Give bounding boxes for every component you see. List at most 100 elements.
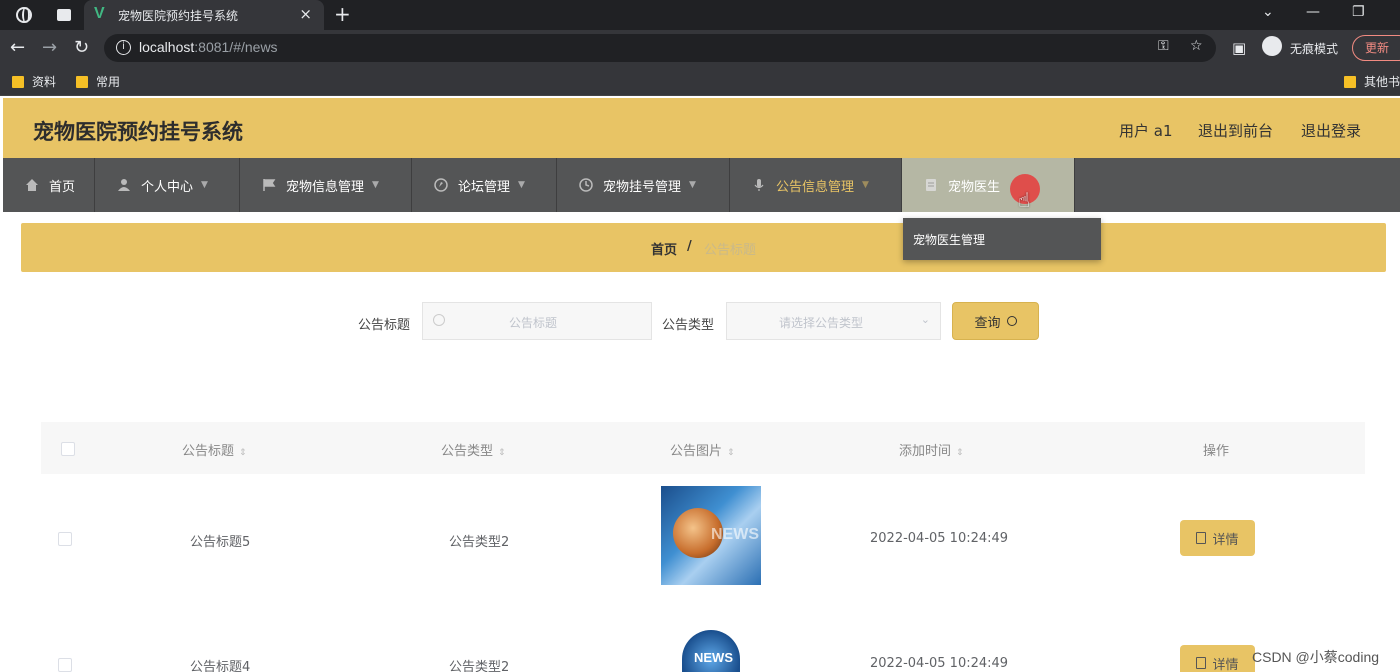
title-search-input[interactable]: 公告标题 <box>422 302 652 340</box>
tab-list-chevron-icon[interactable]: ⌄ <box>1262 4 1274 20</box>
column-header-type[interactable]: 公告类型 ⇕ <box>441 440 506 459</box>
cell-time: 2022-04-05 10:24:49 <box>870 656 1009 671</box>
nav-label: 宠物医生 <box>948 179 1001 195</box>
nav-label: 个人中心 <box>141 179 194 195</box>
tab-title: 宠物医院预约挂号系统 <box>118 9 239 23</box>
compass-icon <box>434 178 448 192</box>
main-nav: 首页 个人中心 ▼ 宠物信息管理 ▼ 论坛管理 ▼ 宠物挂号管理 ▼ 公告信息管… <box>3 158 1400 212</box>
browser-tab-strip: V 宠物医院预约挂号系统 × + ⌄ — ❐ <box>0 0 1400 30</box>
dropdown-item-doctor-management[interactable]: 宠物医生管理 <box>913 231 985 248</box>
select-all-checkbox[interactable] <box>61 442 75 456</box>
type-placeholder: 请选择公告类型 <box>779 316 864 330</box>
nav-label: 宠物信息管理 <box>286 179 365 195</box>
breadcrumb-current: 公告标题 <box>704 243 757 258</box>
column-header-image[interactable]: 公告图片 ⇕ <box>670 440 735 459</box>
url-bar[interactable]: i localhost:8081/#/news ⚿ ☆ <box>104 34 1216 62</box>
bookmark-folder[interactable]: 资料 <box>12 73 56 90</box>
url-text[interactable]: localhost:8081/#/news <box>139 39 278 55</box>
search-icon <box>1006 316 1017 326</box>
query-button[interactable]: 查询 <box>952 302 1039 340</box>
document-icon <box>926 179 936 191</box>
tab-search-icon[interactable] <box>52 4 76 26</box>
breadcrumb-home[interactable]: 首页 <box>651 239 677 258</box>
current-user: 用户 a1 <box>1119 122 1173 140</box>
cell-title: 公告标题5 <box>190 535 251 550</box>
cell-type: 公告类型2 <box>449 535 510 550</box>
folder-icon <box>76 75 88 88</box>
clock-icon <box>579 178 593 192</box>
nav-item-pet-info[interactable]: 宠物信息管理 ▼ <box>240 158 412 212</box>
nav-label: 论坛管理 <box>458 179 511 195</box>
column-header-action: 操作 <box>1203 444 1230 459</box>
detail-button[interactable]: 详情 <box>1180 645 1255 672</box>
table-header: 公告标题 ⇕ 公告类型 ⇕ 公告图片 ⇕ 添加时间 ⇕ 操作 <box>41 422 1365 474</box>
chevron-down-icon: ▼ <box>372 180 379 190</box>
globe-icon[interactable] <box>12 4 36 26</box>
nav-item-announcements[interactable]: 公告信息管理 ▼ <box>730 158 902 212</box>
sort-icon: ⇕ <box>498 448 506 458</box>
search-icon <box>433 314 445 326</box>
nav-label: 宠物挂号管理 <box>603 179 682 195</box>
nav-item-personal-center[interactable]: 个人中心 ▼ <box>95 158 240 212</box>
bookmark-label: 其他书 <box>1364 75 1400 89</box>
new-tab-icon[interactable]: + <box>334 2 351 26</box>
restore-icon[interactable]: ❐ <box>1352 4 1365 20</box>
watermark: CSDN @小蔡coding <box>1252 649 1380 665</box>
incognito-label: 无痕模式 <box>1290 42 1339 56</box>
nav-item-home[interactable]: 首页 <box>3 158 95 212</box>
row-checkbox[interactable] <box>58 658 72 672</box>
user-icon <box>118 179 130 191</box>
folder-icon <box>1344 75 1356 88</box>
site-info-icon[interactable]: i <box>116 40 131 55</box>
news-thumbnail[interactable]: NEWS <box>682 630 740 672</box>
sidepanel-icon[interactable]: ▣ <box>1232 39 1246 57</box>
minimize-icon[interactable]: — <box>1306 4 1320 20</box>
browser-tab[interactable]: V 宠物医院预约挂号系统 × <box>84 0 324 30</box>
type-filter-label: 公告类型 <box>662 318 715 333</box>
sort-icon: ⇕ <box>727 448 735 458</box>
nav-item-forum[interactable]: 论坛管理 ▼ <box>412 158 557 212</box>
detail-button[interactable]: 详情 <box>1180 520 1255 556</box>
nav-item-doctors[interactable]: 宠物医生 <box>902 158 1075 212</box>
doctor-dropdown-menu: 宠物医生管理 <box>903 218 1101 260</box>
tab-close-icon[interactable]: × <box>299 5 312 23</box>
column-header-time[interactable]: 添加时间 ⇕ <box>899 440 964 459</box>
cell-title: 公告标题4 <box>190 660 251 672</box>
bookmark-label: 资料 <box>32 75 57 89</box>
detail-label: 详情 <box>1212 657 1239 672</box>
sort-icon: ⇕ <box>956 448 964 458</box>
chevron-down-icon: ⌄ <box>920 313 930 326</box>
bookmark-star-icon[interactable]: ☆ <box>1190 38 1203 54</box>
news-thumbnail[interactable]: NEWS <box>661 486 761 585</box>
breadcrumb-separator: / <box>687 239 692 254</box>
flag-icon <box>263 179 276 191</box>
breadcrumb: 首页 / 公告标题 <box>21 223 1386 272</box>
bookmark-folder[interactable]: 常用 <box>76 73 120 90</box>
back-icon[interactable]: ← <box>10 37 25 58</box>
mic-icon <box>754 179 764 191</box>
key-icon[interactable]: ⚿ <box>1158 38 1169 54</box>
forward-icon[interactable]: → <box>42 37 57 58</box>
row-checkbox[interactable] <box>58 532 72 546</box>
app-header: 宠物医院预约挂号系统 用户 a1 退出到前台 退出登录 <box>3 98 1400 158</box>
type-select[interactable]: 请选择公告类型 ⌄ <box>726 302 941 340</box>
nav-label: 公告信息管理 <box>776 179 855 195</box>
bookmark-folder[interactable]: 其他书 <box>1344 73 1400 90</box>
cell-type: 公告类型2 <box>449 660 510 672</box>
update-button[interactable]: 更新 <box>1352 35 1400 61</box>
incognito-icon[interactable] <box>1262 36 1282 56</box>
sort-icon: ⇕ <box>239 448 247 458</box>
nav-item-registration[interactable]: 宠物挂号管理 ▼ <box>557 158 730 212</box>
app-title: 宠物医院预约挂号系统 <box>33 120 243 144</box>
chevron-down-icon: ▼ <box>862 180 869 190</box>
home-icon <box>26 179 38 191</box>
bookmark-label: 常用 <box>96 75 121 89</box>
nav-label: 首页 <box>49 179 76 195</box>
reload-icon[interactable]: ↻ <box>74 37 89 58</box>
column-header-title[interactable]: 公告标题 ⇕ <box>182 440 247 459</box>
title-placeholder: 公告标题 <box>509 316 558 330</box>
logout-link[interactable]: 退出登录 <box>1301 120 1361 141</box>
address-toolbar: ← → ↻ i localhost:8081/#/news ⚿ ☆ ▣ 无痕模式… <box>0 30 1400 66</box>
chevron-down-icon: ▼ <box>689 180 696 190</box>
back-to-front-link[interactable]: 退出到前台 <box>1198 120 1273 141</box>
